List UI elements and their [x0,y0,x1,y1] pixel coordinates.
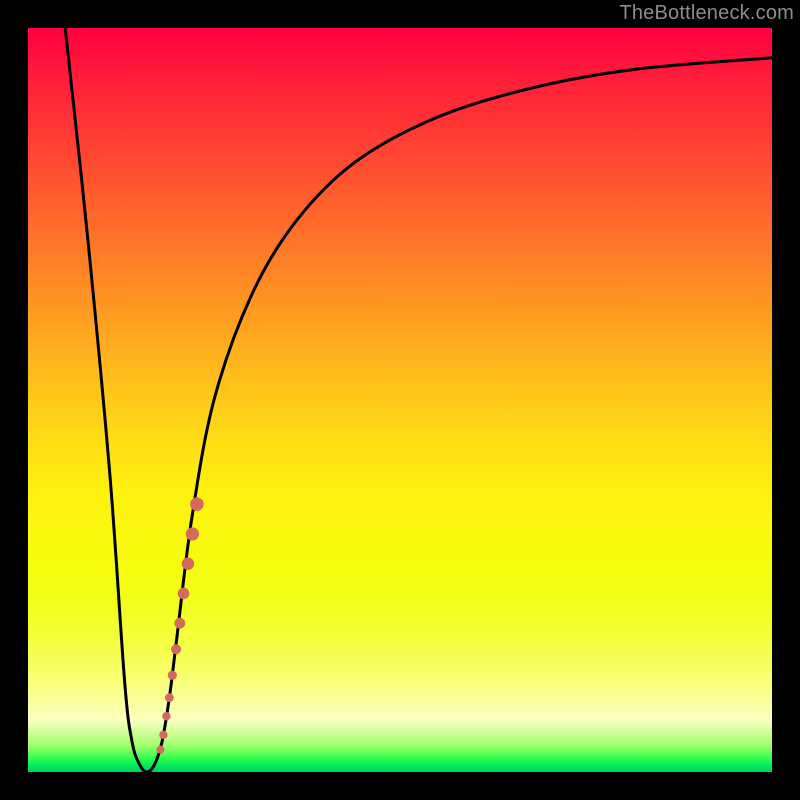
chart-container: TheBottleneck.com [0,0,800,800]
highlight-dots [156,497,203,753]
highlight-dot [165,693,174,702]
highlight-dot [162,712,170,720]
highlight-dot [190,497,204,511]
highlight-dot [156,746,164,754]
highlight-dot [178,588,190,600]
bottleneck-curve [65,28,772,772]
highlight-dot [168,671,177,680]
highlight-dot [174,618,185,629]
highlight-dot [182,557,194,569]
highlight-dot [186,527,199,540]
curve-svg [28,28,772,772]
highlight-dot [159,731,167,739]
watermark-text: TheBottleneck.com [619,2,794,25]
plot-area [28,28,772,772]
highlight-dot [171,644,181,654]
